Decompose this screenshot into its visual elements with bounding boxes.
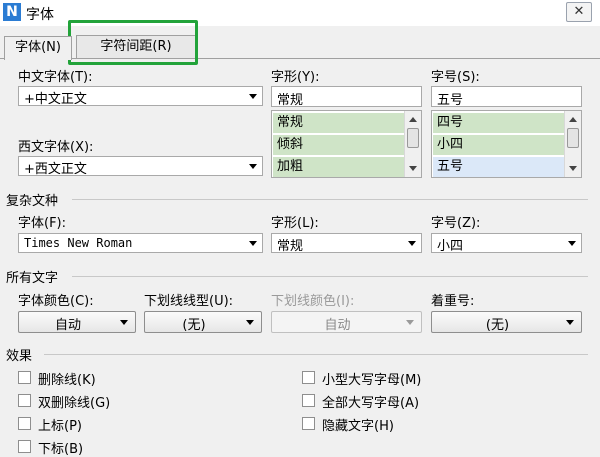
double-strikethrough-checkbox[interactable] bbox=[18, 394, 31, 407]
style-listbox[interactable]: 常规 倾斜 加粗 bbox=[271, 110, 422, 178]
complex-font-label: 字体(F): bbox=[18, 216, 67, 231]
strikethrough-label: 删除线(K) bbox=[38, 373, 96, 388]
complex-size-value: 小四 bbox=[437, 239, 464, 254]
section-divider bbox=[44, 354, 588, 355]
scroll-up-icon[interactable] bbox=[569, 117, 577, 122]
close-button[interactable]: ✕ bbox=[566, 2, 592, 22]
subscript-label: 下标(B) bbox=[38, 442, 84, 457]
style-scrollbar[interactable] bbox=[404, 111, 421, 177]
size-option-5[interactable]: 五号 bbox=[433, 157, 564, 177]
chevron-down-icon bbox=[406, 320, 414, 325]
complex-style-value: 常规 bbox=[277, 239, 304, 254]
font-color-dropdown[interactable]: 自动 bbox=[18, 311, 136, 333]
scroll-thumb[interactable] bbox=[567, 128, 579, 148]
underline-type-dropdown[interactable]: (无) bbox=[144, 311, 262, 333]
western-font-select[interactable]: +西文正文 bbox=[18, 156, 263, 177]
complex-size-label: 字号(Z): bbox=[431, 216, 481, 231]
style-option-bold[interactable]: 加粗 bbox=[273, 157, 404, 177]
scroll-down-icon[interactable] bbox=[569, 166, 577, 171]
underline-type-value: (无) bbox=[182, 318, 206, 333]
double-strikethrough-label: 双删除线(G) bbox=[38, 396, 111, 411]
all-caps-label: 全部大写字母(A) bbox=[322, 396, 420, 411]
underline-type-label: 下划线线型(U): bbox=[144, 294, 234, 309]
small-caps-label: 小型大写字母(M) bbox=[322, 373, 422, 388]
window-title: 字体 bbox=[26, 7, 54, 23]
size-label: 字号(S): bbox=[431, 70, 480, 85]
effects-section-title: 效果 bbox=[6, 349, 33, 364]
western-font-label: 西文字体(X): bbox=[18, 140, 94, 155]
complex-section-title: 复杂文种 bbox=[6, 194, 59, 209]
superscript-checkbox[interactable] bbox=[18, 417, 31, 430]
style-option-regular[interactable]: 常规 bbox=[273, 113, 404, 133]
font-color-label: 字体颜色(C): bbox=[18, 294, 94, 309]
section-divider bbox=[72, 199, 588, 200]
chevron-down-icon bbox=[249, 164, 257, 169]
underline-color-label: 下划线颜色(I): bbox=[271, 294, 355, 309]
chevron-down-icon bbox=[120, 320, 128, 325]
chevron-down-icon bbox=[566, 320, 574, 325]
chinese-font-value: +中文正文 bbox=[24, 92, 87, 107]
complex-font-value: Times New Roman bbox=[24, 236, 133, 250]
chinese-font-select[interactable]: +中文正文 bbox=[18, 86, 263, 107]
chinese-font-label: 中文字体(T): bbox=[18, 70, 93, 85]
emphasis-value: (无) bbox=[485, 318, 510, 333]
hidden-text-label: 隐藏文字(H) bbox=[322, 419, 394, 434]
complex-style-select[interactable]: 常规 bbox=[271, 233, 422, 254]
tab-font[interactable]: 字体(N) bbox=[4, 36, 72, 60]
scroll-down-icon[interactable] bbox=[409, 166, 417, 171]
chevron-down-icon bbox=[408, 241, 416, 246]
font-color-value: 自动 bbox=[54, 318, 81, 333]
chevron-down-icon bbox=[568, 241, 576, 246]
size-option-small4[interactable]: 小四 bbox=[433, 135, 564, 155]
chevron-down-icon bbox=[249, 94, 257, 99]
strikethrough-checkbox[interactable] bbox=[18, 371, 31, 384]
section-divider bbox=[72, 276, 588, 277]
tab-highlight-annotation bbox=[68, 20, 198, 65]
all-text-section-title: 所有文字 bbox=[6, 271, 59, 286]
complex-style-label: 字形(L): bbox=[271, 216, 319, 231]
all-caps-checkbox[interactable] bbox=[302, 394, 315, 407]
chevron-down-icon bbox=[249, 241, 257, 246]
small-caps-checkbox[interactable] bbox=[302, 371, 315, 384]
style-label: 字形(Y): bbox=[271, 70, 320, 85]
chevron-down-icon bbox=[246, 320, 254, 325]
style-input[interactable]: 常规 bbox=[271, 86, 422, 108]
emphasis-label: 着重号: bbox=[431, 294, 475, 309]
complex-font-select[interactable]: Times New Roman bbox=[18, 233, 263, 253]
emphasis-dropdown[interactable]: (无) bbox=[431, 311, 582, 333]
app-icon: N bbox=[3, 3, 21, 21]
size-listbox[interactable]: 四号 小四 五号 bbox=[431, 110, 582, 178]
complex-size-select[interactable]: 小四 bbox=[431, 233, 582, 254]
style-input-value: 常规 bbox=[277, 93, 304, 108]
size-input[interactable]: 五号 bbox=[431, 86, 582, 108]
hidden-text-checkbox[interactable] bbox=[302, 417, 315, 430]
western-font-value: +西文正文 bbox=[24, 162, 87, 177]
underline-color-value: 自动 bbox=[324, 318, 351, 333]
subscript-checkbox[interactable] bbox=[18, 440, 31, 453]
scroll-up-icon[interactable] bbox=[409, 117, 417, 122]
superscript-label: 上标(P) bbox=[38, 419, 82, 434]
size-scrollbar[interactable] bbox=[564, 111, 581, 177]
style-option-italic[interactable]: 倾斜 bbox=[273, 135, 404, 155]
size-option-4[interactable]: 四号 bbox=[433, 113, 564, 133]
underline-color-dropdown: 自动 bbox=[271, 311, 422, 333]
scroll-thumb[interactable] bbox=[407, 128, 419, 148]
size-input-value: 五号 bbox=[437, 93, 464, 108]
